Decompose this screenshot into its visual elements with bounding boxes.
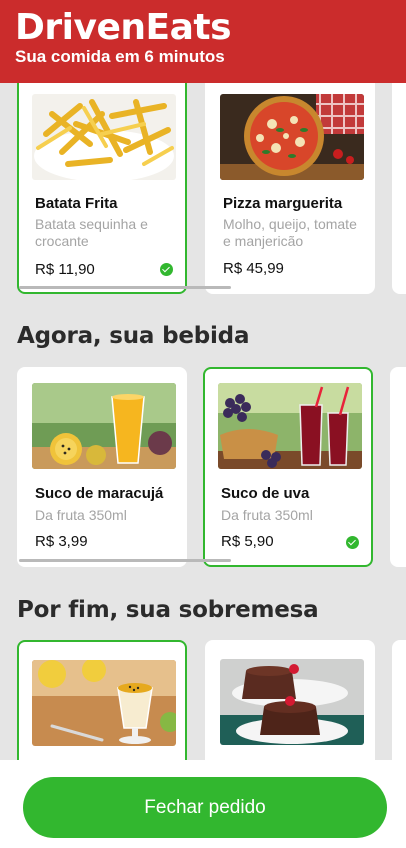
dish-card-next-peek[interactable]	[392, 58, 406, 294]
passion-fruit-mousse-image	[32, 660, 176, 746]
drink-price: R$ 3,99	[35, 533, 88, 550]
desserts-row[interactable]	[0, 640, 406, 810]
pizza-image	[220, 94, 364, 180]
drink-price: R$ 5,90	[221, 533, 274, 550]
passion-fruit-juice-image	[32, 383, 176, 469]
dish-card-batata-frita[interactable]: Batata Frita Batata sequinha e crocante …	[17, 58, 187, 294]
drinks-scrollbar[interactable]	[19, 559, 231, 562]
grape-juice-image	[218, 383, 362, 469]
tagline: Sua comida em 6 minutos	[15, 47, 225, 66]
drink-section-title: Agora, sua bebida	[17, 323, 250, 349]
dishes-scrollbar[interactable]	[19, 286, 231, 289]
dish-name: Pizza marguerita	[223, 195, 343, 212]
dish-description: Molho, queijo, tomate e manjericão	[223, 216, 357, 249]
drink-description: Da fruta 350ml	[35, 507, 127, 523]
drink-description: Da fruta 350ml	[221, 507, 313, 523]
brand-logo: DrivenEats	[15, 7, 232, 48]
dish-card-pizza-marguerita[interactable]: Pizza marguerita Molho, queijo, tomate e…	[205, 58, 375, 294]
chocolate-cake-image	[220, 659, 364, 745]
drink-name: Suco de uva	[221, 485, 310, 502]
selected-check-icon	[346, 536, 359, 549]
drinks-row[interactable]: Suco de maracujá Da fruta 350ml R$ 3,99	[0, 360, 406, 570]
dish-price: R$ 11,90	[35, 261, 95, 278]
dessert-section-title: Por fim, sua sobremesa	[17, 597, 319, 623]
app-header: DrivenEats Sua comida em 6 minutos	[0, 0, 406, 83]
dish-price: R$ 45,99	[223, 260, 284, 277]
drink-card-suco-de-uva[interactable]: Suco de uva Da fruta 350ml R$ 5,90	[203, 367, 373, 567]
selected-check-icon	[160, 263, 173, 276]
dish-name: Batata Frita	[35, 195, 118, 212]
drink-card-next-peek[interactable]	[390, 367, 406, 567]
drink-card-suco-de-maracuja[interactable]: Suco de maracujá Da fruta 350ml R$ 3,99	[17, 367, 187, 567]
drink-name: Suco de maracujá	[35, 485, 164, 502]
dish-description: Batata sequinha e crocante	[35, 216, 148, 249]
footer-bar: Fechar pedido	[0, 760, 406, 848]
close-order-button[interactable]: Fechar pedido	[23, 777, 387, 838]
french-fries-image	[32, 94, 176, 180]
